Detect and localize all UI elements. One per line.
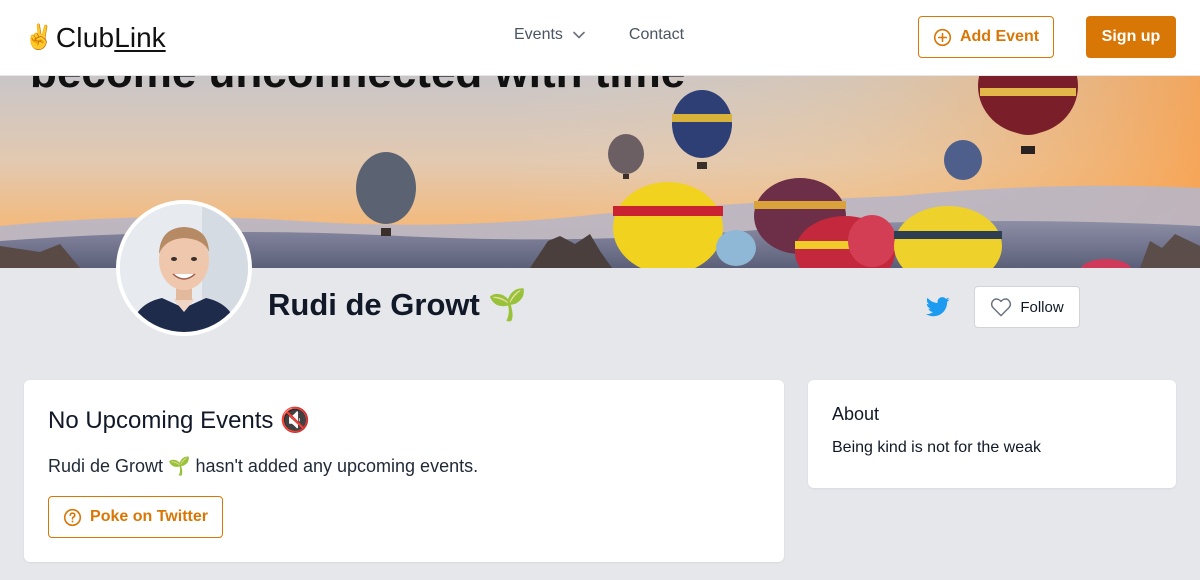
- poke-label: Poke on Twitter: [90, 508, 208, 525]
- banner-caption: become unconnected with time: [30, 76, 685, 98]
- plus-circle-icon: [933, 28, 952, 46]
- sign-up-button[interactable]: Sign up: [1086, 16, 1176, 58]
- balloon: [944, 140, 982, 180]
- main-nav: Events Contact: [514, 26, 684, 44]
- profile-name: Rudi de Growt 🌱: [268, 287, 528, 322]
- add-event-button[interactable]: Add Event: [918, 16, 1054, 58]
- balloon: [716, 230, 756, 266]
- no-events-heading: No Upcoming Events 🔇: [48, 407, 310, 434]
- nav-contact-link[interactable]: Contact: [629, 26, 684, 44]
- sign-up-label: Sign up: [1101, 28, 1161, 45]
- victory-hand-icon: ✌️: [24, 24, 54, 51]
- chevron-down-icon: [573, 31, 585, 39]
- nav-events-label: Events: [514, 26, 563, 43]
- no-events-description: Rudi de Growt 🌱 hasn't added any upcomin…: [48, 456, 479, 476]
- about-text: Being kind is not for the weak: [832, 439, 1042, 456]
- poke-on-twitter-button[interactable]: Poke on Twitter: [48, 496, 223, 538]
- add-event-label: Add Event: [959, 28, 1040, 45]
- clublink-logo[interactable]: ✌️ Club Link: [24, 20, 166, 56]
- nav-events-dropdown[interactable]: Events: [514, 26, 585, 44]
- profile-avatar: [116, 200, 252, 336]
- upcoming-events-card: No Upcoming Events 🔇 Rudi de Growt 🌱 has…: [24, 380, 784, 562]
- twitter-profile-link[interactable]: [925, 296, 950, 318]
- about-heading: About: [832, 404, 880, 424]
- logo-text-link: Link: [114, 22, 166, 53]
- question-circle-icon: [63, 508, 82, 526]
- avatar-photo: [120, 204, 248, 332]
- follow-button[interactable]: Follow: [974, 286, 1080, 328]
- balloon: [848, 215, 896, 267]
- site-header: ✌️ Club Link Events Contact Add Event Sig…: [0, 0, 1200, 76]
- twitter-icon: [925, 297, 950, 317]
- follow-label: Follow: [1020, 298, 1064, 316]
- about-card: About Being kind is not for the weak: [808, 380, 1176, 488]
- heart-icon: [991, 298, 1012, 317]
- logo-text-club: Club: [55, 22, 115, 53]
